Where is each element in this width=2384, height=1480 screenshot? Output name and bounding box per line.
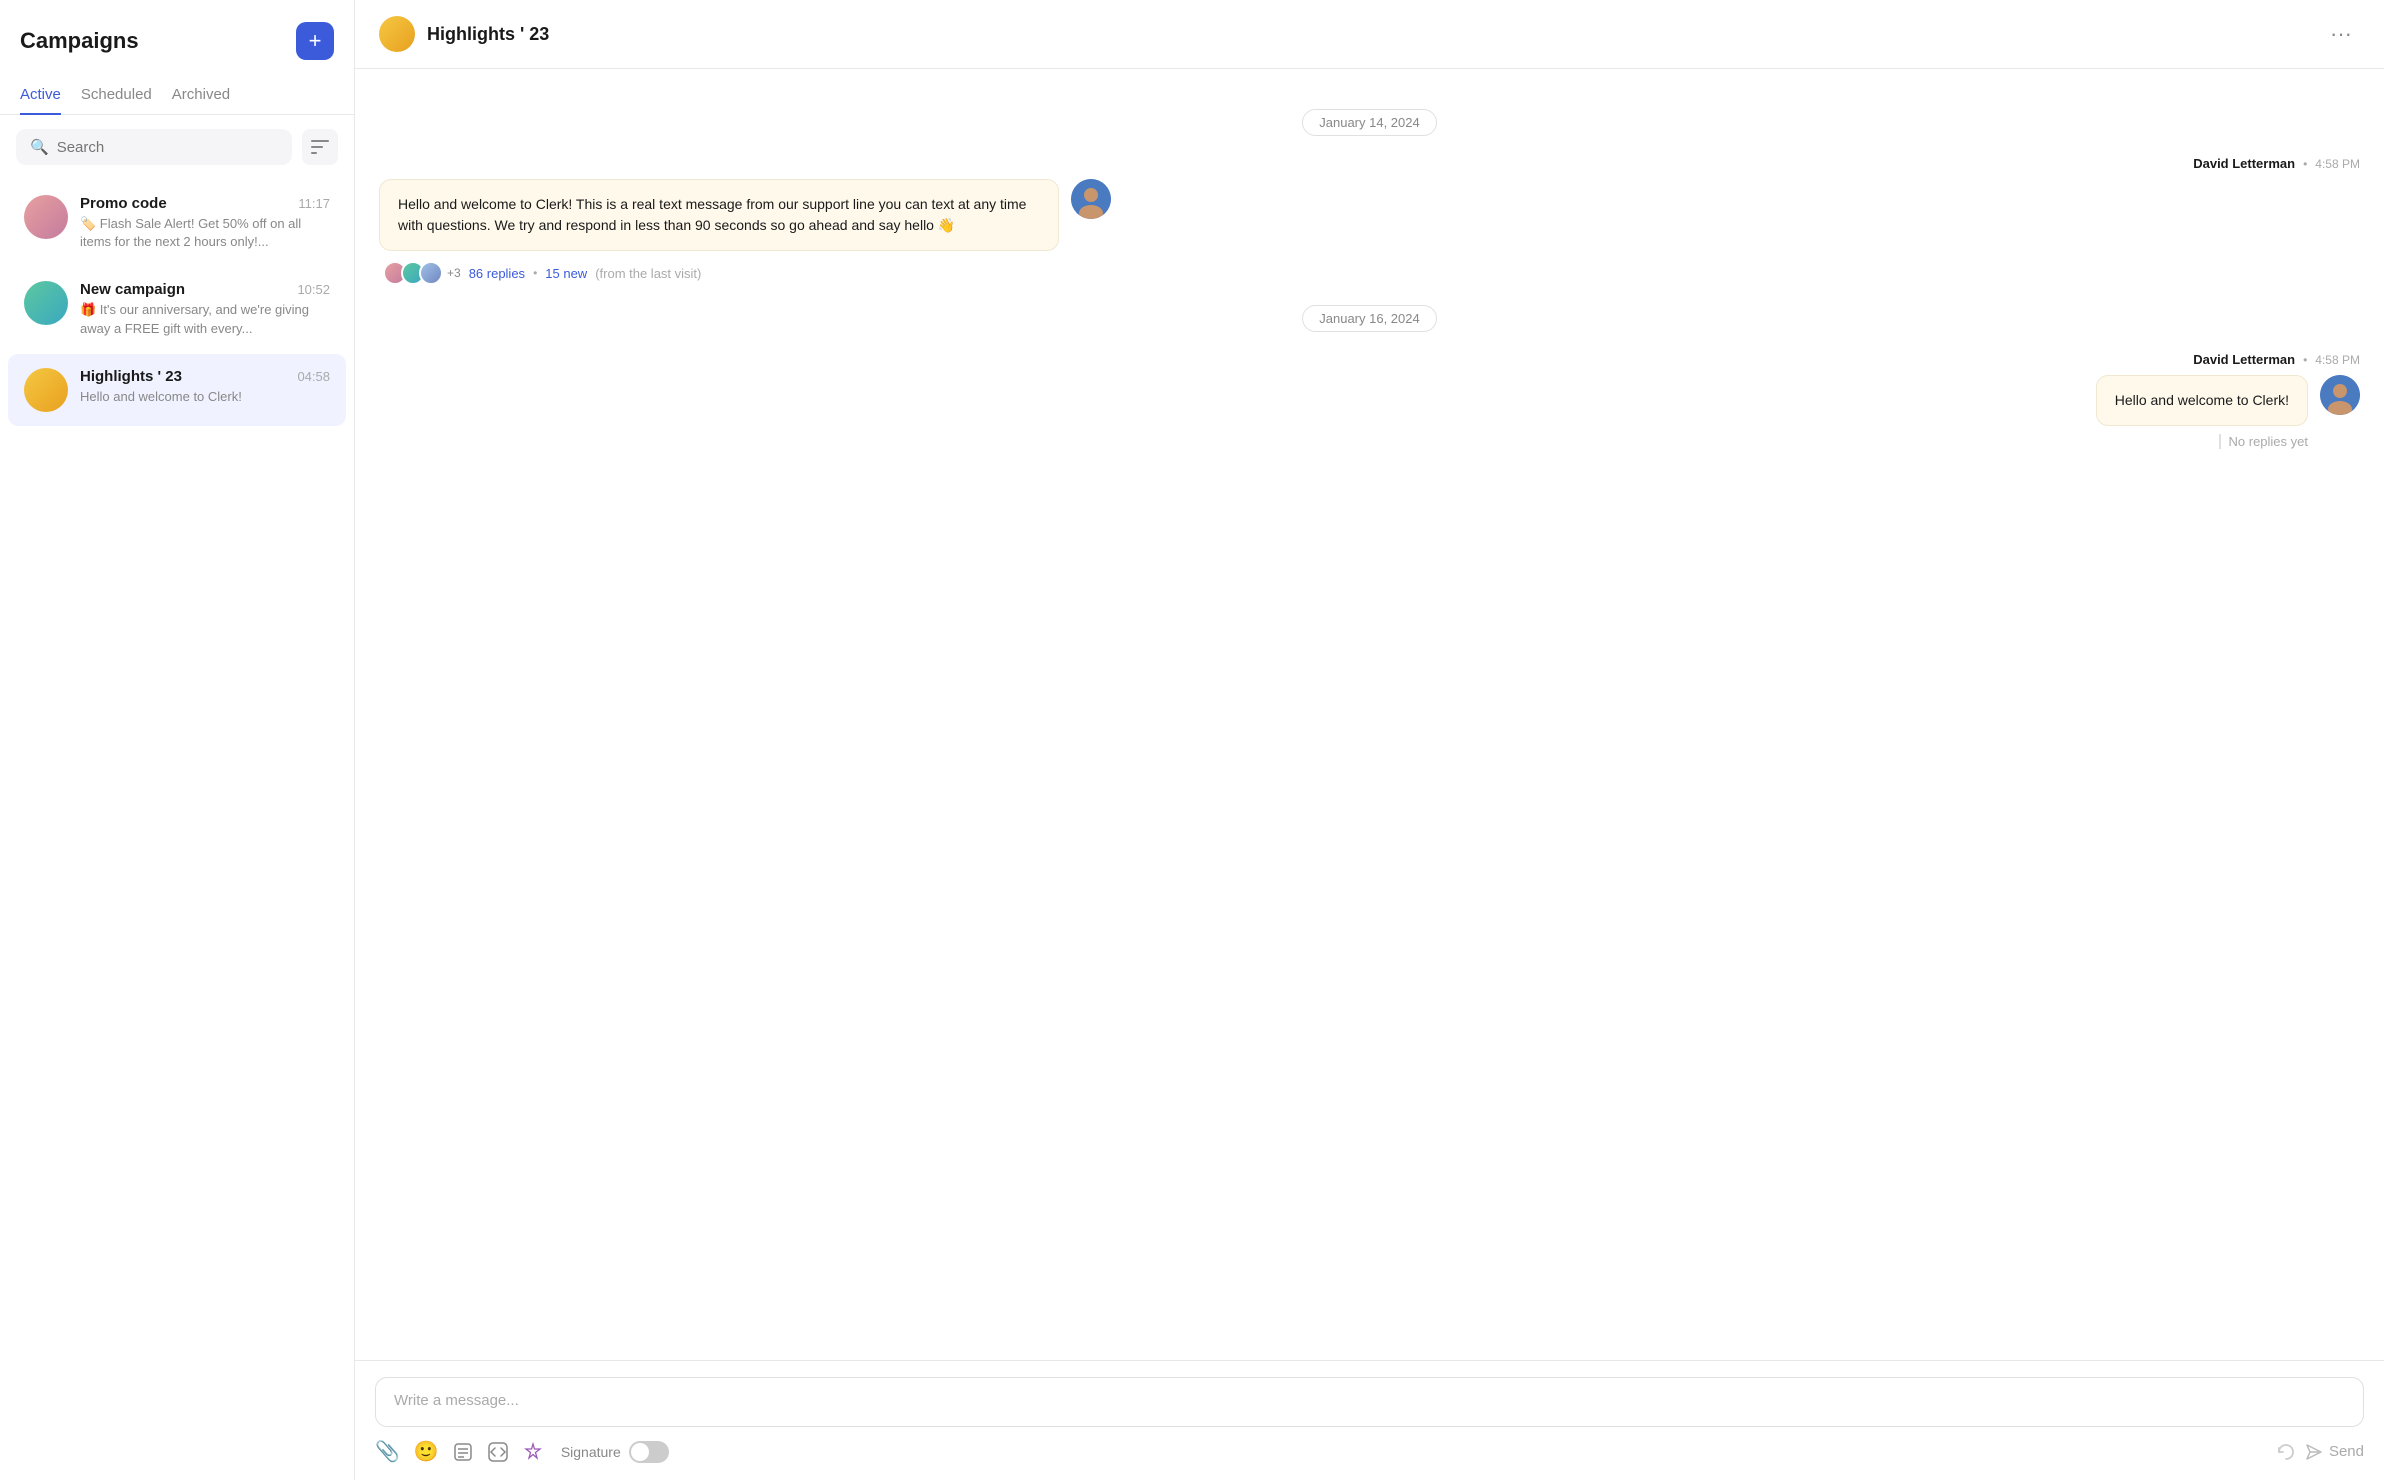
reply-count-extra: +3 — [447, 266, 461, 280]
message-row-1: Hello and welcome to Clerk! This is a re… — [379, 179, 2360, 251]
campaign-info-new: New campaign 10:52 🎁 It's our anniversar… — [80, 281, 330, 337]
campaign-avatar-highlights — [24, 368, 68, 412]
campaign-avatar-new — [24, 281, 68, 325]
tab-bar: Active Scheduled Archived — [0, 76, 354, 115]
date-badge-jan16: January 16, 2024 — [1302, 305, 1436, 332]
campaign-avatar-promo — [24, 195, 68, 239]
meta-dot-1: • — [2303, 157, 2307, 171]
campaign-time-new: 10:52 — [297, 282, 330, 297]
more-options-button[interactable]: ··· — [2322, 17, 2360, 51]
notes-button[interactable] — [453, 1442, 473, 1462]
date-divider-jan16: January 16, 2024 — [355, 305, 2384, 332]
header-title: Highlights ' 23 — [427, 24, 549, 45]
sidebar-title: Campaigns — [20, 28, 139, 54]
user-avatar-msg-1 — [1071, 179, 1111, 219]
message-group-2: David Letterman • 4:58 PM Hello and welc… — [355, 352, 2384, 449]
tab-active[interactable]: Active — [20, 76, 61, 115]
meta-dot-2: • — [2303, 353, 2307, 367]
message-group-1: David Letterman • 4:58 PM Hello and welc… — [355, 156, 2384, 285]
message-time-2: 4:58 PM — [2315, 353, 2360, 367]
add-campaign-button[interactable]: + — [296, 22, 334, 60]
message-bubble-1: Hello and welcome to Clerk! This is a re… — [379, 179, 1059, 251]
replies-row-1: +3 86 replies • 15 new (from the last vi… — [379, 261, 2360, 285]
message-sender-2: David Letterman — [2193, 352, 2295, 367]
ai-icon — [523, 1442, 543, 1462]
attachment-button[interactable]: 📎 — [375, 1439, 400, 1464]
toggle-knob — [631, 1443, 649, 1461]
signature-label: Signature — [561, 1444, 621, 1460]
ai-button[interactable] — [523, 1442, 543, 1462]
campaign-preview-promo: 🏷️ Flash Sale Alert! Get 50% off on all … — [80, 215, 330, 251]
campaign-info-highlights: Highlights ' 23 04:58 Hello and welcome … — [80, 368, 330, 406]
message-text-2: Hello and welcome to Clerk! — [2115, 392, 2289, 408]
campaign-item-new[interactable]: New campaign 10:52 🎁 It's our anniversar… — [8, 267, 346, 351]
tab-scheduled[interactable]: Scheduled — [81, 76, 152, 115]
send-button[interactable]: Send — [2305, 1443, 2364, 1461]
campaign-name-promo: Promo code — [80, 195, 167, 212]
sidebar: Campaigns + Active Scheduled Archived 🔍 … — [0, 0, 355, 1480]
date-badge-jan14: January 14, 2024 — [1302, 109, 1436, 136]
avatar-image-1 — [1071, 179, 1111, 219]
replies-since-1: (from the last visit) — [595, 266, 701, 281]
undo-icon — [2275, 1442, 2295, 1462]
campaign-item-promo[interactable]: Promo code 11:17 🏷️ Flash Sale Alert! Ge… — [8, 181, 346, 265]
search-input[interactable] — [57, 139, 278, 156]
campaign-name-new: New campaign — [80, 281, 185, 298]
campaign-preview-highlights: Hello and welcome to Clerk! — [80, 388, 330, 406]
code-button[interactable] — [487, 1441, 509, 1463]
message-sender-1: David Letterman — [2193, 156, 2295, 171]
main-header: Highlights ' 23 ··· — [355, 0, 2384, 69]
message-row-2: Hello and welcome to Clerk! No replies y… — [379, 375, 2360, 449]
filter-button[interactable] — [302, 129, 338, 165]
composer: Write a message... 📎 🙂 — [355, 1360, 2384, 1480]
header-avatar — [379, 16, 415, 52]
reply-avatar-1c — [419, 261, 443, 285]
message-time-1: 4:58 PM — [2315, 157, 2360, 171]
search-row: 🔍 — [0, 115, 354, 179]
campaign-item-highlights[interactable]: Highlights ' 23 04:58 Hello and welcome … — [8, 354, 346, 426]
search-box[interactable]: 🔍 — [16, 129, 292, 165]
campaign-list: Promo code 11:17 🏷️ Flash Sale Alert! Ge… — [0, 179, 354, 1480]
sidebar-header: Campaigns + — [0, 0, 354, 76]
message-text-1: Hello and welcome to Clerk! This is a re… — [398, 196, 1026, 233]
messages-area: January 14, 2024 David Letterman • 4:58 … — [355, 69, 2384, 1360]
tab-archived[interactable]: Archived — [172, 76, 230, 115]
main-panel: Highlights ' 23 ··· January 14, 2024 Dav… — [355, 0, 2384, 1480]
replies-count-1[interactable]: 86 replies — [469, 266, 525, 281]
signature-area: Signature — [561, 1441, 669, 1463]
date-divider-jan14: January 14, 2024 — [355, 109, 2384, 136]
notes-icon — [453, 1442, 473, 1462]
message-input[interactable]: Write a message... — [375, 1377, 2364, 1427]
send-icon — [2305, 1443, 2323, 1461]
code-icon — [487, 1441, 509, 1463]
emoji-button[interactable]: 🙂 — [414, 1439, 439, 1464]
composer-toolbar: 📎 🙂 — [375, 1439, 2364, 1464]
replies-dot-1: • — [533, 266, 537, 280]
no-replies-text: No replies yet — [2219, 434, 2308, 449]
reply-avatars-1: +3 — [383, 261, 461, 285]
replies-new-1[interactable]: 15 new — [545, 266, 587, 281]
campaign-info-promo: Promo code 11:17 🏷️ Flash Sale Alert! Ge… — [80, 195, 330, 251]
composer-placeholder: Write a message... — [394, 1392, 519, 1409]
user-avatar-msg-2 — [2320, 375, 2360, 415]
campaign-time-promo: 11:17 — [298, 196, 330, 211]
undo-button[interactable] — [2275, 1442, 2295, 1462]
message-bubble-2: Hello and welcome to Clerk! — [2096, 375, 2308, 426]
send-label: Send — [2329, 1443, 2364, 1460]
filter-icon — [311, 140, 329, 154]
search-icon: 🔍 — [30, 138, 49, 156]
send-area: Send — [2275, 1442, 2364, 1462]
avatar-image-2 — [2320, 375, 2360, 415]
msg-right-content: Hello and welcome to Clerk! No replies y… — [2096, 375, 2308, 449]
campaign-preview-new: 🎁 It's our anniversary, and we're giving… — [80, 301, 330, 337]
campaign-time-highlights: 04:58 — [297, 369, 330, 384]
campaign-name-highlights: Highlights ' 23 — [80, 368, 182, 385]
signature-toggle[interactable] — [629, 1441, 669, 1463]
